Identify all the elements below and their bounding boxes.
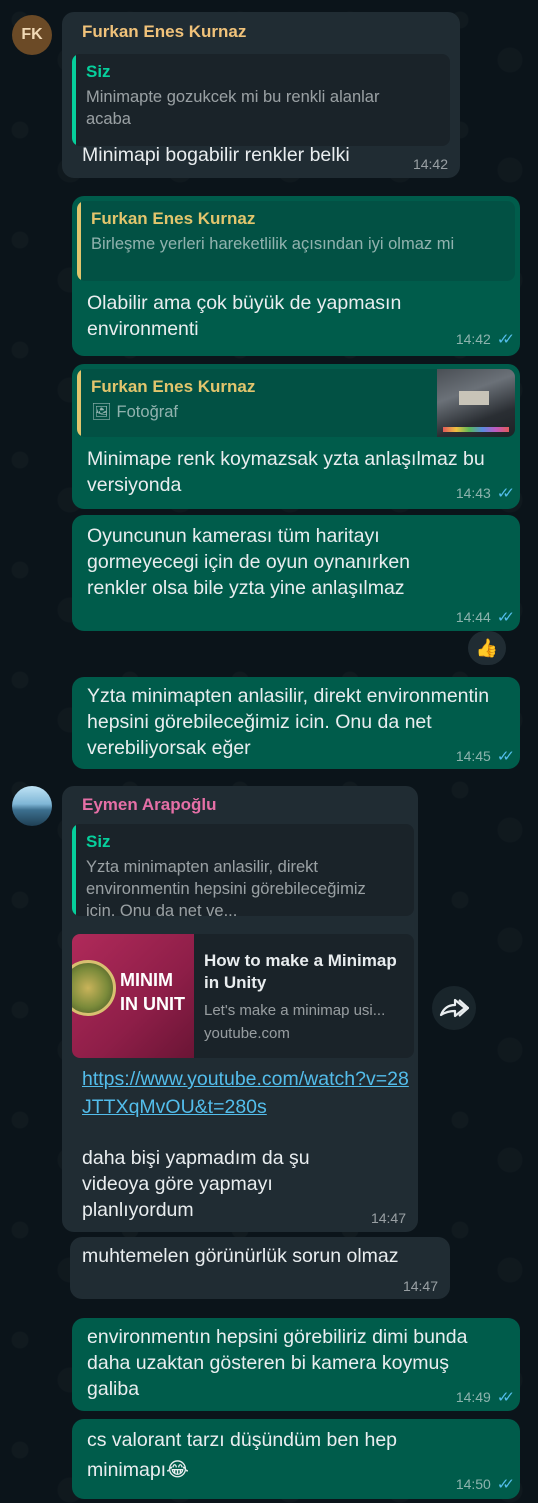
message-time: 14:44 bbox=[455, 609, 491, 625]
message-status: 14:44 ✓✓ bbox=[455, 608, 515, 626]
avatar-eymen[interactable] bbox=[12, 786, 52, 826]
message-time: 14:43 bbox=[455, 485, 491, 501]
read-receipt-icon: ✓✓ bbox=[496, 1389, 515, 1406]
sender-name[interactable]: Furkan Enes Kurnaz bbox=[82, 22, 246, 42]
photo-icon: 🖼 bbox=[91, 403, 112, 421]
message-text: Olabilir ama çok büyük de yapmasın envir… bbox=[87, 292, 402, 340]
quoted-photo-label: 🖼 Fotoğraf bbox=[91, 401, 425, 423]
message-time: 14:50 bbox=[455, 1476, 491, 1492]
thumbnail-color-palette bbox=[443, 427, 509, 432]
message-status: 14:42 ✓✓ bbox=[455, 330, 515, 348]
read-receipt-icon: ✓✓ bbox=[496, 1476, 515, 1493]
message-status: 14:45 ✓✓ bbox=[455, 747, 515, 765]
quoted-message[interactable]: Furkan Enes Kurnaz 🖼 Fotoğraf bbox=[77, 369, 515, 437]
message-time: 14:42 bbox=[412, 156, 448, 172]
quoted-text: Birleşme yerleri hareketlilik açısından … bbox=[91, 235, 455, 253]
message-time: 14:47 bbox=[402, 1278, 438, 1294]
thumbnail-text-1: MINIM bbox=[120, 970, 173, 990]
quoted-author: Furkan Enes Kurnaz bbox=[91, 209, 256, 228]
avatar-furkan[interactable]: FK bbox=[12, 15, 52, 55]
message-bubble-7[interactable]: muhtemelen görünürlük sorun olmaz 14:47 bbox=[70, 1237, 450, 1299]
avatar-initials: FK bbox=[21, 26, 43, 43]
forward-icon bbox=[439, 998, 469, 1018]
message-status: 14:49 ✓✓ bbox=[455, 1388, 515, 1406]
read-receipt-icon: ✓✓ bbox=[496, 748, 515, 765]
message-bubble-5[interactable]: Yzta minimapten anlasilir, direkt enviro… bbox=[72, 677, 520, 769]
reaction-badge[interactable]: 👍 bbox=[468, 631, 506, 665]
sender-name[interactable]: Eymen Arapoğlu bbox=[82, 795, 216, 815]
message-text: muhtemelen görünürlük sorun olmaz bbox=[82, 1245, 399, 1267]
message-text: Minimape renk koymazsak yzta anlaşılmaz … bbox=[87, 448, 485, 496]
message-bubble-9[interactable]: cs valorant tarzı düşündüm ben hep minim… bbox=[72, 1419, 520, 1499]
message-bubble-6[interactable]: Eymen Arapoğlu Siz Yzta minimapten anlas… bbox=[62, 786, 418, 1232]
quoted-author: Furkan Enes Kurnaz bbox=[91, 377, 256, 396]
message-text: Oyuncunun kamerası tüm haritayı gormeyec… bbox=[87, 525, 411, 599]
message-text: daha bişi yapmadım da şu videoya göre ya… bbox=[82, 1147, 310, 1221]
message-link[interactable]: https://www.youtube.com/watch?v=28JTTXqM… bbox=[82, 1065, 412, 1121]
quoted-message[interactable]: Siz Minimapte gozukcek mi bu renkli alan… bbox=[72, 54, 450, 146]
message-bubble-4[interactable]: Oyuncunun kamerası tüm haritayı gormeyec… bbox=[72, 515, 520, 631]
message-time: 14:45 bbox=[455, 748, 491, 764]
thumbnail-minimap-circle bbox=[72, 960, 116, 1016]
link-preview-description: Let's make a minimap usi... bbox=[204, 1002, 386, 1019]
thumbs-up-icon: 👍 bbox=[475, 637, 499, 658]
read-receipt-icon: ✓✓ bbox=[496, 609, 515, 626]
link-preview-title: How to make a Minimap in Unity bbox=[204, 951, 397, 992]
thumbnail-text-2: IN UNIT bbox=[120, 994, 185, 1014]
message-text: cs valorant tarzı düşündüm ben hep minim… bbox=[87, 1429, 398, 1481]
message-text: environmentın hepsini görebiliriz dimi b… bbox=[87, 1326, 468, 1400]
quoted-author: Siz bbox=[86, 62, 111, 81]
read-receipt-icon: ✓✓ bbox=[496, 485, 515, 502]
message-bubble-8[interactable]: environmentın hepsini görebiliriz dimi b… bbox=[72, 1318, 520, 1411]
message-text: Minimapi bogabilir renkler belki bbox=[82, 144, 350, 166]
quoted-author: Siz bbox=[86, 832, 111, 851]
link-preview-thumbnail: MINIM IN UNIT bbox=[72, 934, 194, 1058]
message-time: 14:47 bbox=[370, 1210, 406, 1226]
message-status: 14:50 ✓✓ bbox=[455, 1475, 515, 1493]
message-status: 14:43 ✓✓ bbox=[455, 484, 515, 502]
message-bubble-2[interactable]: Furkan Enes Kurnaz Birleşme yerleri hare… bbox=[72, 196, 520, 356]
message-time: 14:49 bbox=[455, 1389, 491, 1405]
link-preview-domain: youtube.com bbox=[204, 1025, 290, 1042]
quoted-text: Yzta minimapten anlasilir, direkt enviro… bbox=[86, 858, 366, 916]
message-bubble-3[interactable]: Furkan Enes Kurnaz 🖼 Fotoğraf Minimape r… bbox=[72, 364, 520, 509]
message-time: 14:42 bbox=[455, 331, 491, 347]
quoted-message[interactable]: Siz Yzta minimapten anlasilir, direkt en… bbox=[72, 824, 414, 916]
quoted-message[interactable]: Furkan Enes Kurnaz Birleşme yerleri hare… bbox=[77, 201, 515, 281]
quoted-text: Minimapte gozukcek mi bu renkli alanlar … bbox=[86, 88, 380, 128]
link-preview-card[interactable]: MINIM IN UNIT How to make a Minimap in U… bbox=[72, 934, 414, 1058]
quoted-photo-thumbnail[interactable] bbox=[437, 369, 515, 437]
thumbnail-map-shape bbox=[459, 391, 489, 405]
forward-button[interactable] bbox=[432, 986, 476, 1030]
message-text: Yzta minimapten anlasilir, direkt enviro… bbox=[87, 685, 490, 759]
message-bubble-1[interactable]: Furkan Enes Kurnaz Siz Minimapte gozukce… bbox=[62, 12, 460, 178]
quoted-text: Fotoğraf bbox=[116, 403, 178, 421]
read-receipt-icon: ✓✓ bbox=[496, 331, 515, 348]
